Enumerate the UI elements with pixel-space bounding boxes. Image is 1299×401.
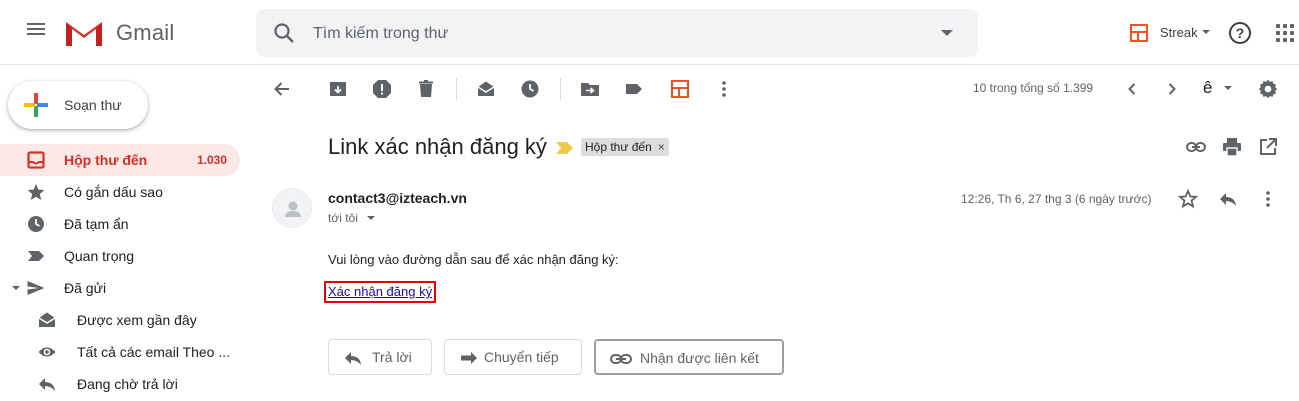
confirm-registration-link[interactable]: Xác nhận đăng ký bbox=[328, 284, 432, 299]
sidebar-item-snoozed[interactable]: Đã tạm ẩn bbox=[0, 208, 240, 240]
reply-button-label: Trả lời bbox=[372, 349, 412, 365]
sidebar-item-all-tracked[interactable]: Tất cả các email Theo ... bbox=[0, 336, 240, 368]
reply-button[interactable]: Trả lời bbox=[328, 339, 432, 375]
star-outline-icon[interactable] bbox=[1178, 189, 1198, 209]
sidebar-item-label: Đang chờ trả lời bbox=[77, 376, 178, 392]
sidebar-item-important[interactable]: Quan trọng bbox=[0, 240, 240, 272]
search-icon[interactable] bbox=[273, 22, 295, 44]
previous-page-icon[interactable] bbox=[1122, 79, 1142, 99]
unread-count: 1.030 bbox=[196, 153, 227, 167]
snooze-clock-icon[interactable] bbox=[520, 79, 540, 99]
sender-email[interactable]: contact3@izteach.vn bbox=[328, 190, 467, 206]
search-input[interactable] bbox=[313, 23, 913, 45]
inbox-label-chip: Hộp thư đến × bbox=[581, 138, 669, 156]
main-menu-button[interactable] bbox=[20, 20, 52, 46]
sidebar-item-label: Quan trọng bbox=[64, 248, 135, 264]
back-arrow-icon[interactable] bbox=[272, 79, 292, 99]
chevron-down-icon[interactable] bbox=[1202, 30, 1210, 34]
email-subject: Link xác nhận đăng ký bbox=[328, 134, 547, 159]
delete-icon[interactable] bbox=[416, 79, 436, 99]
more-vertical-icon[interactable] bbox=[714, 79, 734, 99]
mark-as-read-icon[interactable] bbox=[476, 79, 496, 99]
input-tools-button[interactable]: ê bbox=[1203, 78, 1212, 98]
toolbar-divider bbox=[456, 78, 457, 100]
label-icon[interactable] bbox=[624, 79, 644, 99]
search-options-icon[interactable] bbox=[941, 30, 953, 36]
sidebar-item-label: Có gắn dấu sao bbox=[64, 184, 163, 200]
help-icon[interactable]: ? bbox=[1229, 22, 1251, 44]
sidebar-item-label: Được xem gần đây bbox=[77, 312, 197, 328]
link-icon bbox=[610, 354, 632, 364]
important-label-icon bbox=[28, 251, 44, 261]
person-icon bbox=[285, 201, 301, 217]
forward-button-label: Chuyển tiếp bbox=[484, 349, 559, 365]
move-to-folder-icon[interactable] bbox=[580, 79, 600, 99]
sidebar-item-label: Hộp thư đến bbox=[64, 152, 148, 168]
sender-avatar bbox=[272, 188, 312, 228]
forward-icon bbox=[461, 352, 477, 364]
app-name[interactable]: Gmail bbox=[116, 20, 174, 46]
link-icon[interactable] bbox=[1186, 137, 1206, 157]
label-chip-text: Hộp thư đến bbox=[585, 140, 652, 154]
send-icon bbox=[27, 281, 45, 295]
inbox-icon bbox=[27, 151, 45, 169]
get-link-button-label: Nhận được liên kết bbox=[640, 350, 759, 366]
sidebar-item-label: Đã tạm ẩn bbox=[64, 216, 129, 232]
print-icon[interactable] bbox=[1222, 137, 1242, 157]
streak-menu-label[interactable]: Streak bbox=[1160, 25, 1198, 40]
top-bar: Gmail Streak ? bbox=[0, 0, 1299, 65]
sidebar-item-awaiting-reply[interactable]: Đang chờ trả lời bbox=[0, 368, 240, 400]
archive-icon[interactable] bbox=[328, 79, 348, 99]
toolbar-divider bbox=[560, 78, 561, 100]
star-icon bbox=[27, 184, 45, 200]
settings-gear-icon[interactable] bbox=[1258, 79, 1278, 99]
show-details-icon[interactable] bbox=[367, 216, 375, 220]
chevron-down-icon[interactable] bbox=[1224, 86, 1232, 90]
gmail-logo-icon[interactable] bbox=[64, 18, 104, 48]
apps-grid-icon[interactable] bbox=[1276, 24, 1294, 42]
sidebar-item-label: Tất cả các email Theo ... bbox=[77, 344, 231, 360]
compose-label: Soạn thư bbox=[64, 97, 122, 113]
sidebar-item-inbox[interactable]: Hộp thư đến 1.030 bbox=[0, 144, 240, 176]
more-vertical-icon[interactable] bbox=[1258, 189, 1278, 209]
expand-caret-icon[interactable] bbox=[12, 286, 20, 290]
important-marker-icon[interactable] bbox=[556, 142, 573, 154]
open-in-new-window-icon[interactable] bbox=[1258, 137, 1278, 157]
forward-button[interactable]: Chuyển tiếp bbox=[444, 339, 582, 375]
compose-plus-icon bbox=[24, 93, 48, 117]
clock-icon bbox=[28, 216, 44, 232]
pagination-text: 10 trong tổng số 1.399 bbox=[973, 81, 1094, 95]
sidebar-item-starred[interactable]: Có gắn dấu sao bbox=[0, 176, 240, 208]
eye-icon bbox=[38, 347, 56, 357]
reply-icon[interactable] bbox=[1218, 189, 1238, 209]
reply-icon bbox=[39, 378, 55, 391]
recipient-label[interactable]: tới tôi bbox=[328, 211, 358, 225]
remove-label-icon[interactable]: × bbox=[658, 140, 665, 154]
report-spam-icon[interactable] bbox=[372, 79, 392, 99]
streak-box-icon[interactable] bbox=[670, 79, 690, 99]
message-timestamp: 12:26, Th 6, 27 thg 3 (6 ngày trước) bbox=[961, 192, 1152, 206]
sidebar-item-recently-viewed[interactable]: Được xem gần đây bbox=[0, 304, 240, 336]
next-page-icon[interactable] bbox=[1162, 79, 1182, 99]
sidebar-item-sent[interactable]: Đã gửi bbox=[0, 272, 240, 304]
get-link-button[interactable]: Nhận được liên kết bbox=[594, 339, 784, 375]
sidebar-item-label: Đã gửi bbox=[64, 280, 107, 296]
open-envelope-icon bbox=[38, 312, 56, 327]
reply-icon bbox=[345, 352, 361, 365]
message-body-text: Vui lòng vào đường dẫn sau để xác nhận đ… bbox=[328, 252, 619, 267]
streak-icon[interactable] bbox=[1130, 24, 1148, 42]
